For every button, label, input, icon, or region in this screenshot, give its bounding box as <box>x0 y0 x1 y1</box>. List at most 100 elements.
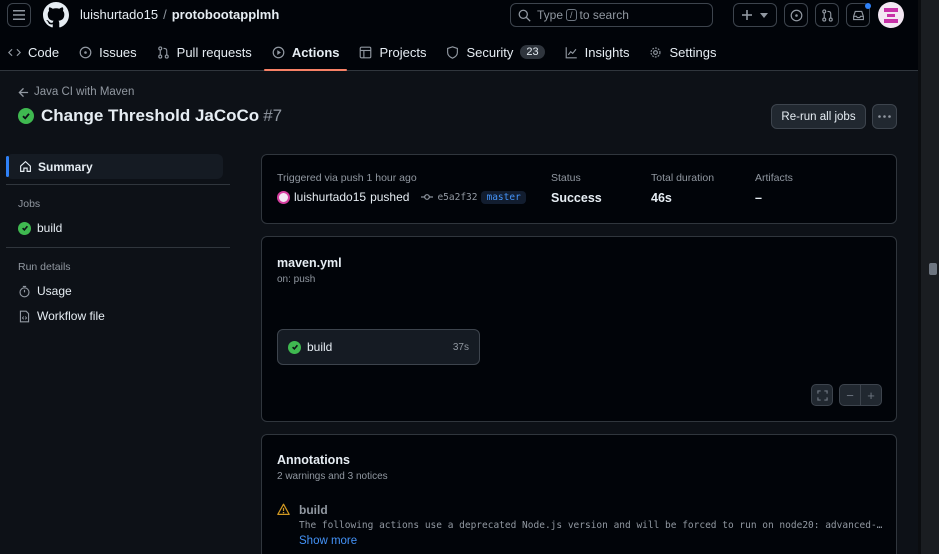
fullscreen-button[interactable] <box>811 384 833 406</box>
git-commit-icon <box>421 194 434 200</box>
check-circle-icon <box>18 221 31 235</box>
push-info: luishurtado15 pushed e5a2f32 master <box>277 190 526 204</box>
play-icon <box>272 46 285 58</box>
global-header: luishurtado15 / protobootapplmh Type / to se… <box>0 0 918 71</box>
create-new-button[interactable] <box>733 3 777 27</box>
owner-link[interactable]: luishurtado15 <box>80 7 158 22</box>
code-icon <box>8 48 21 56</box>
issue-icon <box>79 46 92 58</box>
sidebar-item-usage[interactable]: Usage <box>18 284 72 298</box>
arrow-left-icon <box>18 87 29 97</box>
repo-link[interactable]: protobootapplmh <box>172 7 280 22</box>
sidebar-usage-label: Usage <box>37 284 72 298</box>
duration-value: 46s <box>651 191 672 205</box>
pull-requests-button[interactable] <box>815 3 839 27</box>
tab-security-label: Security <box>466 44 514 60</box>
show-more-link[interactable]: Show more <box>299 535 357 547</box>
duration-label: Total duration <box>651 172 715 184</box>
issue-opened-icon <box>790 9 802 21</box>
job-node-build[interactable]: build 37s <box>277 329 480 365</box>
git-pull-request-icon <box>821 8 833 22</box>
commit-sha[interactable]: e5a2f32 <box>421 192 477 203</box>
status-label: Status <box>551 172 581 184</box>
annotation-message: The following actions use a deprecated N… <box>299 520 883 531</box>
push-action-text: pushed <box>370 190 410 204</box>
triangle-down-icon <box>760 12 768 18</box>
sidebar-workflow-file-label: Workflow file <box>37 309 105 323</box>
actions-run-page: luishurtado15 / protobootapplmh Type / to se… <box>0 0 918 554</box>
sidebar-item-build[interactable]: build <box>18 221 62 235</box>
menu-button[interactable] <box>7 3 31 27</box>
tab-projects-label: Projects <box>379 44 427 60</box>
tab-issues[interactable]: Issues <box>71 39 145 65</box>
github-logo-icon[interactable] <box>43 2 69 28</box>
scrollbar-thumb[interactable] <box>929 263 937 275</box>
search-shortcut-key: / <box>566 9 577 21</box>
annotations-card: Annotations 2 warnings and 3 notices bui… <box>261 434 897 554</box>
page-scrollbar[interactable] <box>918 0 939 554</box>
workflow-name-label: Java CI with Maven <box>34 86 135 98</box>
gear-icon <box>650 46 662 58</box>
breadcrumb-separator: / <box>163 7 167 22</box>
workflow-file-name[interactable]: maven.yml <box>277 256 342 270</box>
plus-icon <box>742 10 752 20</box>
scrollbar-edge <box>918 0 921 554</box>
tab-insights[interactable]: Insights <box>557 39 638 65</box>
issues-button[interactable] <box>784 3 808 27</box>
actor-link[interactable]: luishurtado15 <box>294 190 366 204</box>
search-input[interactable]: Type / to search <box>510 3 713 27</box>
tab-actions[interactable]: Actions <box>263 39 348 71</box>
run-number: #7 <box>263 106 283 125</box>
repo-breadcrumb: luishurtado15 / protobootapplmh <box>80 7 279 22</box>
sidebar-item-summary[interactable]: Summary <box>6 154 223 179</box>
notification-dot <box>865 3 871 9</box>
actor-avatar <box>277 190 290 204</box>
sidebar-jobs-heading: Jobs <box>18 198 41 210</box>
tab-issues-label: Issues <box>99 44 137 60</box>
zoom-out-button[interactable]: − <box>840 388 860 403</box>
sidebar-item-workflow-file[interactable]: Workflow file <box>18 309 105 323</box>
tab-actions-label: Actions <box>291 44 340 60</box>
tab-code-label: Code <box>28 44 60 60</box>
zoom-controls: − + <box>839 384 882 406</box>
hamburger-icon <box>13 10 25 20</box>
job-node-duration: 37s <box>452 341 469 353</box>
table-icon <box>360 46 372 58</box>
tab-code[interactable]: Code <box>0 39 67 65</box>
trigger-text: Triggered via push 1 hour ago <box>277 172 417 184</box>
tab-pull-requests[interactable]: Pull requests <box>149 39 260 65</box>
rerun-all-jobs-button[interactable]: Re-run all jobs <box>771 104 866 129</box>
zoom-in-button[interactable]: + <box>861 388 881 403</box>
check-circle-icon <box>18 108 34 124</box>
user-avatar[interactable] <box>878 2 904 28</box>
artifacts-label: Artifacts <box>755 172 793 184</box>
tab-projects[interactable]: Projects <box>351 39 434 65</box>
annotation-job-name[interactable]: build <box>299 503 328 517</box>
alert-icon <box>277 503 290 515</box>
home-icon <box>20 160 31 172</box>
tab-settings[interactable]: Settings <box>641 39 724 65</box>
workflow-back-link[interactable]: Java CI with Maven <box>18 86 134 98</box>
branch-label[interactable]: master <box>481 190 526 204</box>
tab-security[interactable]: Security 23 <box>438 39 552 65</box>
annotations-subtitle: 2 warnings and 3 notices <box>277 471 388 482</box>
sidebar-build-label: build <box>37 221 63 235</box>
search-icon <box>518 9 531 22</box>
run-summary-card: Triggered via push 1 hour ago luishurtad… <box>261 154 897 224</box>
sidebar-divider <box>6 184 230 185</box>
inbox-icon <box>852 10 864 20</box>
job-node-name: build <box>307 340 333 354</box>
kebab-horizontal-icon <box>878 115 891 118</box>
shield-icon <box>447 45 459 59</box>
stopwatch-icon <box>18 285 31 298</box>
workflow-trigger: on: push <box>277 274 316 285</box>
more-options-button[interactable] <box>872 104 897 129</box>
sidebar-run-details-heading: Run details <box>18 261 71 273</box>
tab-pull-requests-label: Pull requests <box>176 44 252 60</box>
workflow-graph-card: maven.yml on: push build 37s − + <box>261 236 897 422</box>
identicon-icon <box>884 8 898 23</box>
tab-insights-label: Insights <box>584 44 630 60</box>
search-placeholder-prefix: Type <box>537 8 564 22</box>
annotations-title: Annotations <box>277 453 350 467</box>
graph-icon <box>565 46 577 58</box>
